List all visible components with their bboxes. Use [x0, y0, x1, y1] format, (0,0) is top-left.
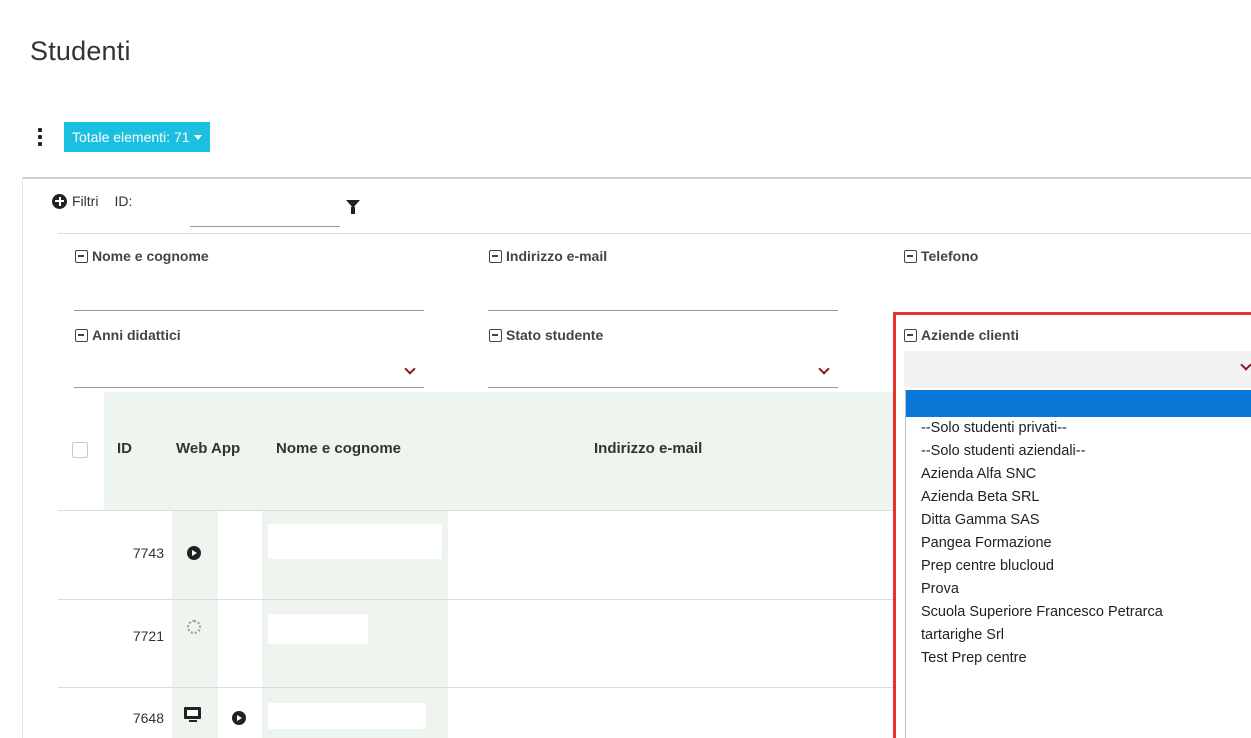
anni-filter-label: Anni didattici	[92, 327, 181, 343]
name-cell-redacted	[268, 703, 426, 729]
dropdown-option[interactable]: Azienda Beta SRL	[906, 486, 1251, 509]
dropdown-option[interactable]: Prova	[906, 578, 1251, 601]
aziende-filter-header[interactable]: Aziende clienti	[904, 327, 1019, 343]
stato-filter-label: Stato studente	[506, 327, 604, 343]
col-header-nome[interactable]: Nome e cognome	[276, 440, 401, 457]
stato-filter-header[interactable]: Stato studente	[489, 327, 603, 343]
dropdown-option[interactable]: Azienda Alfa SNC	[906, 463, 1251, 486]
collapse-icon	[904, 328, 917, 342]
row-id: 7648	[132, 710, 164, 726]
filters-separator	[58, 233, 1251, 234]
name-cell-redacted	[268, 614, 368, 644]
row-id: 7721	[132, 628, 164, 644]
play-circle-icon[interactable]	[232, 711, 246, 725]
plus-circle-icon[interactable]	[52, 193, 67, 209]
aziende-filter-label: Aziende clienti	[921, 327, 1020, 343]
dropdown-option[interactable]: Test Prep centre	[906, 647, 1251, 670]
dropdown-option[interactable]: Ditta Gamma SAS	[906, 509, 1251, 532]
panel-top-border	[22, 177, 1251, 179]
total-elements-label: Totale elementi: 71	[72, 129, 190, 145]
anni-filter-header[interactable]: Anni didattici	[75, 327, 181, 343]
nome-filter-header[interactable]: Nome e cognome	[75, 248, 209, 264]
nome-filter-label: Nome e cognome	[92, 248, 209, 264]
id-filter-label: ID:	[114, 193, 133, 209]
dropdown-option[interactable]: Pangea Formazione	[906, 532, 1251, 555]
filter-funnel-icon[interactable]	[346, 200, 360, 214]
filters-toggle-row: Filtri ID:	[52, 193, 146, 209]
telefono-filter-label: Telefono	[921, 248, 979, 264]
email-filter-input[interactable]	[488, 287, 838, 311]
dropdown-option[interactable]: --Solo studenti aziendali--	[906, 440, 1251, 463]
spinner-icon	[187, 620, 201, 634]
collapse-icon	[904, 249, 917, 263]
select-all-checkbox[interactable]	[72, 442, 88, 458]
kebab-menu-icon[interactable]	[36, 128, 44, 146]
aziende-dropdown-list: --Solo studenti privati-- --Solo student…	[905, 390, 1251, 738]
chevron-down-icon	[1240, 359, 1251, 371]
dropdown-option[interactable]: Scuola Superiore Francesco Petrarca	[906, 601, 1251, 624]
col-header-id[interactable]: ID	[117, 440, 132, 457]
monitor-icon[interactable]	[184, 707, 201, 722]
email-cell-redacted	[580, 511, 893, 598]
anni-filter-select[interactable]	[74, 358, 424, 388]
row-id: 7743	[132, 545, 164, 561]
dropdown-option[interactable]: tartarighe Srl	[906, 624, 1251, 647]
filtri-toggle[interactable]: Filtri	[72, 193, 98, 209]
email-filter-header[interactable]: Indirizzo e-mail	[489, 248, 607, 264]
email-filter-label: Indirizzo e-mail	[506, 248, 608, 264]
dropdown-option[interactable]: --Solo studenti privati--	[906, 417, 1251, 440]
collapse-icon	[489, 328, 502, 342]
chevron-down-icon	[818, 363, 830, 375]
page-title: Studenti	[30, 36, 131, 66]
total-elements-button[interactable]: Totale elementi: 71	[64, 122, 210, 152]
id-filter-input[interactable]	[190, 203, 340, 227]
dropdown-option-empty[interactable]	[906, 390, 1251, 417]
aziende-filter-select[interactable]	[904, 351, 1251, 388]
name-cell-redacted	[268, 524, 442, 559]
play-circle-icon[interactable]	[187, 546, 201, 560]
toolbar: Totale elementi: 71	[36, 122, 210, 152]
row-divider	[58, 687, 893, 688]
email-cell-redacted	[572, 600, 792, 678]
panel-left-border	[22, 177, 23, 738]
caret-down-icon	[193, 134, 202, 140]
col-header-web-app[interactable]: Web App	[176, 440, 240, 457]
nome-filter-input[interactable]	[74, 287, 424, 311]
collapse-icon	[489, 249, 502, 263]
stato-filter-select[interactable]	[488, 358, 838, 388]
collapse-icon	[75, 328, 88, 342]
dropdown-option[interactable]: Prep centre blucloud	[906, 555, 1251, 578]
telefono-filter-header[interactable]: Telefono	[904, 248, 978, 264]
chevron-down-icon	[404, 363, 416, 375]
collapse-icon	[75, 249, 88, 263]
col-header-email[interactable]: Indirizzo e-mail	[594, 440, 702, 457]
